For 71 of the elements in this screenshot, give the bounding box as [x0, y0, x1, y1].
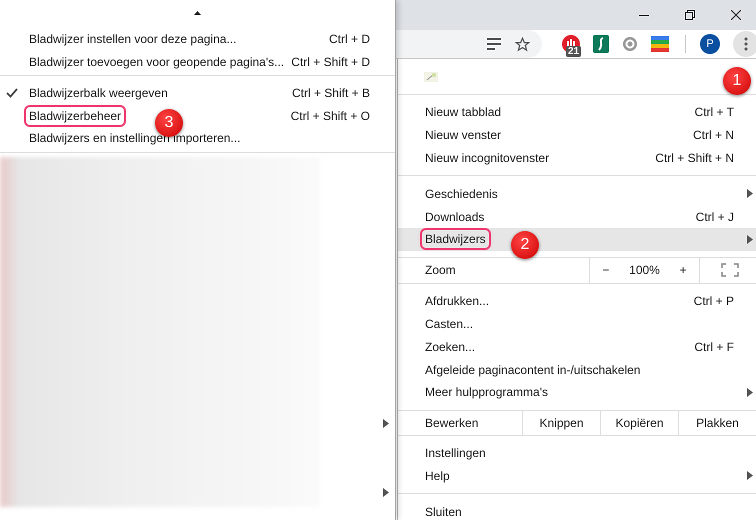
shortcut-label: Ctrl + N	[692, 127, 734, 144]
extension-icon[interactable]	[593, 35, 609, 53]
menu-item[interactable]: Zoeken... Ctrl + F	[398, 335, 756, 358]
submenu-arrow-icon	[747, 189, 753, 198]
zoom-in-button[interactable]: +	[667, 258, 699, 283]
menu-item[interactable]: Geschiedenis	[398, 182, 756, 206]
list-icon[interactable]	[487, 38, 501, 50]
shortcut-label: Ctrl + Shift + D	[291, 54, 370, 71]
submenu-arrow-icon	[747, 388, 753, 397]
menu-item[interactable]: Meer hulpprogramma's	[398, 380, 756, 404]
menu-item-label: Nieuw tabblad	[424, 104, 502, 122]
menu-item-label: Geschiedenis	[424, 186, 499, 203]
menu-item-label[interactable]: Bladwijzerbeheer	[26, 106, 124, 125]
scroll-up-arrow-icon[interactable]	[194, 11, 201, 15]
edit-action-button[interactable]: Kopiëren	[600, 410, 678, 435]
profile-avatar[interactable]: P	[700, 34, 720, 54]
shortcut-label: Ctrl + P	[694, 293, 734, 310]
menu-item-label: Zoeken...	[424, 338, 476, 356]
menu-item[interactable]: Casten...	[398, 312, 756, 336]
menu-item-label[interactable]: Bladwijzer instellen voor deze pagina...	[26, 30, 240, 48]
menu-item-label: Sluiten	[424, 504, 463, 520]
menu-item-label: Afgeleide paginacontent in-/uitschakelen	[424, 362, 642, 379]
menu-item[interactable]: Nieuw incognitovenster Ctrl + Shift + N	[398, 146, 756, 170]
shortcut-label: Ctrl + T	[694, 104, 734, 122]
menu-item-label: Nieuw incognitovenster	[424, 150, 550, 167]
checkmark-icon	[6, 88, 18, 98]
edit-action-button[interactable]: Knippen	[522, 410, 600, 435]
address-bar[interactable]	[396, 30, 542, 58]
shortcut-label: Ctrl + D	[328, 31, 370, 48]
zoom-level: 100%	[628, 262, 661, 280]
minimize-icon	[639, 14, 649, 16]
submenu-arrow-icon	[383, 418, 389, 428]
menu-item-label: Afdrukken...	[424, 293, 490, 310]
star-icon[interactable]	[515, 36, 530, 52]
fullscreen-icon	[720, 263, 738, 278]
zoom-out-button[interactable]: −	[590, 258, 622, 283]
menu-item-label: Casten...	[424, 316, 474, 333]
menu-item-label[interactable]: Bladwijzer toevoegen voor geopende pagina's...	[26, 52, 288, 71]
menu-item[interactable]: Instellingen	[398, 442, 756, 465]
submenu-arrow-icon	[747, 471, 753, 480]
menu-item-label: Nieuw venster	[424, 127, 502, 144]
menu-item[interactable]: Afgeleide paginacontent in-/uitschakelen	[398, 358, 756, 381]
menu-item[interactable]: Downloads Ctrl + J	[398, 205, 756, 228]
menu-item[interactable]: Help	[398, 464, 756, 488]
menu-item[interactable]: Sluiten	[398, 500, 756, 520]
menu-item[interactable]: Nieuw venster Ctrl + N	[398, 124, 756, 147]
edit-action-button[interactable]: Plakken	[678, 410, 756, 435]
submenu-arrow-icon	[747, 234, 753, 244]
close-icon	[731, 10, 741, 20]
menu-item[interactable]: Nieuw tabblad Ctrl + T	[398, 101, 756, 124]
extension-badge: 21	[566, 46, 582, 57]
magic-wand-icon	[424, 72, 438, 82]
restore-icon	[685, 10, 695, 20]
extension-icon[interactable]	[622, 36, 638, 52]
shortcut-label: Ctrl + Shift + B	[292, 85, 370, 102]
shortcut-label: Ctrl + F	[694, 338, 734, 356]
menu-item-label: Help	[424, 468, 451, 485]
menu-item-label: Downloads	[424, 208, 486, 226]
shortcut-label: Ctrl + Shift + N	[655, 150, 734, 167]
shortcut-label: Ctrl + J	[696, 208, 734, 226]
submenu-arrow-icon	[383, 488, 389, 496]
menu-item[interactable]: Afdrukken... Ctrl + P	[398, 290, 756, 313]
menu-item-label: Zoom	[424, 262, 457, 280]
menu-item-label[interactable]: Bladwijzerbalk weergeven	[26, 84, 171, 102]
menu-item-label: Bladwijzers	[422, 230, 489, 248]
shortcut-label: Ctrl + Shift + O	[290, 108, 370, 125]
menu-icon	[744, 37, 748, 51]
menu-button[interactable]	[733, 31, 756, 57]
menu-item-label: Bewerken	[424, 414, 480, 432]
menu-item-label: Instellingen	[424, 445, 487, 462]
menu-item-label: Meer hulpprogramma's	[424, 384, 550, 402]
